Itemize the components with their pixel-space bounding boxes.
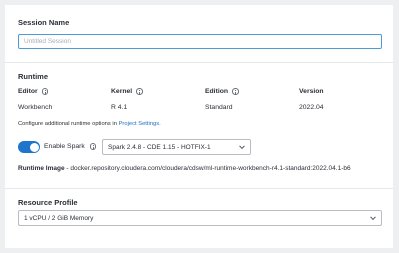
enable-spark-toggle[interactable] xyxy=(18,141,40,153)
toggle-knob xyxy=(29,142,39,152)
version-header: Version xyxy=(299,88,324,95)
edition-header: Edition xyxy=(205,88,239,95)
runtime-config-hint: Configure additional runtime options in … xyxy=(18,121,161,127)
spark-version-value: Spark 2.4.8 - CDE 1.15 - HOTFIX-1 xyxy=(108,143,211,151)
info-icon[interactable] xyxy=(232,88,239,95)
session-name-label: Session Name xyxy=(18,18,70,27)
editor-header: Editor xyxy=(18,88,49,95)
info-icon[interactable] xyxy=(89,143,97,150)
kernel-value: R 4.1 xyxy=(111,104,128,111)
divider xyxy=(5,188,393,189)
info-icon[interactable] xyxy=(136,88,143,95)
kernel-header: Kernel xyxy=(111,88,143,95)
kernel-header-label: Kernel xyxy=(111,88,133,95)
runtime-section-title: Runtime xyxy=(18,72,48,81)
edition-value: Standard xyxy=(205,104,233,111)
runtime-image-line: Runtime Image - docker.repository.cloude… xyxy=(18,165,351,172)
info-icon[interactable] xyxy=(41,88,49,95)
runtime-config-text: Configure additional runtime options in xyxy=(18,121,117,127)
runtime-image-value: - docker.repository.cloudera.com/clouder… xyxy=(64,165,351,172)
resource-profile-select[interactable]: 1 vCPU / 2 GiB Memory xyxy=(18,210,382,226)
chevron-down-icon xyxy=(239,143,245,150)
edition-header-label: Edition xyxy=(205,88,229,95)
divider xyxy=(5,62,393,63)
enable-spark-label: Enable Spark xyxy=(44,143,85,150)
project-settings-link[interactable]: Project Settings. xyxy=(119,121,161,127)
resource-profile-title: Resource Profile xyxy=(18,198,78,207)
spark-version-select[interactable]: Spark 2.4.8 - CDE 1.15 - HOTFIX-1 xyxy=(102,139,251,155)
version-value: 2022.04 xyxy=(299,104,324,111)
enable-spark-label-group: Enable Spark xyxy=(44,143,97,150)
runtime-image-label: Runtime Image xyxy=(18,165,65,172)
resource-profile-value: 1 vCPU / 2 GiB Memory xyxy=(24,214,94,222)
version-header-label: Version xyxy=(299,88,324,95)
chevron-down-icon xyxy=(370,214,376,221)
editor-header-label: Editor xyxy=(18,88,38,95)
editor-value: Workbench xyxy=(18,104,53,111)
session-name-input[interactable] xyxy=(18,34,382,49)
new-session-form: Session Name Runtime Editor Kernel Editi… xyxy=(5,5,393,248)
